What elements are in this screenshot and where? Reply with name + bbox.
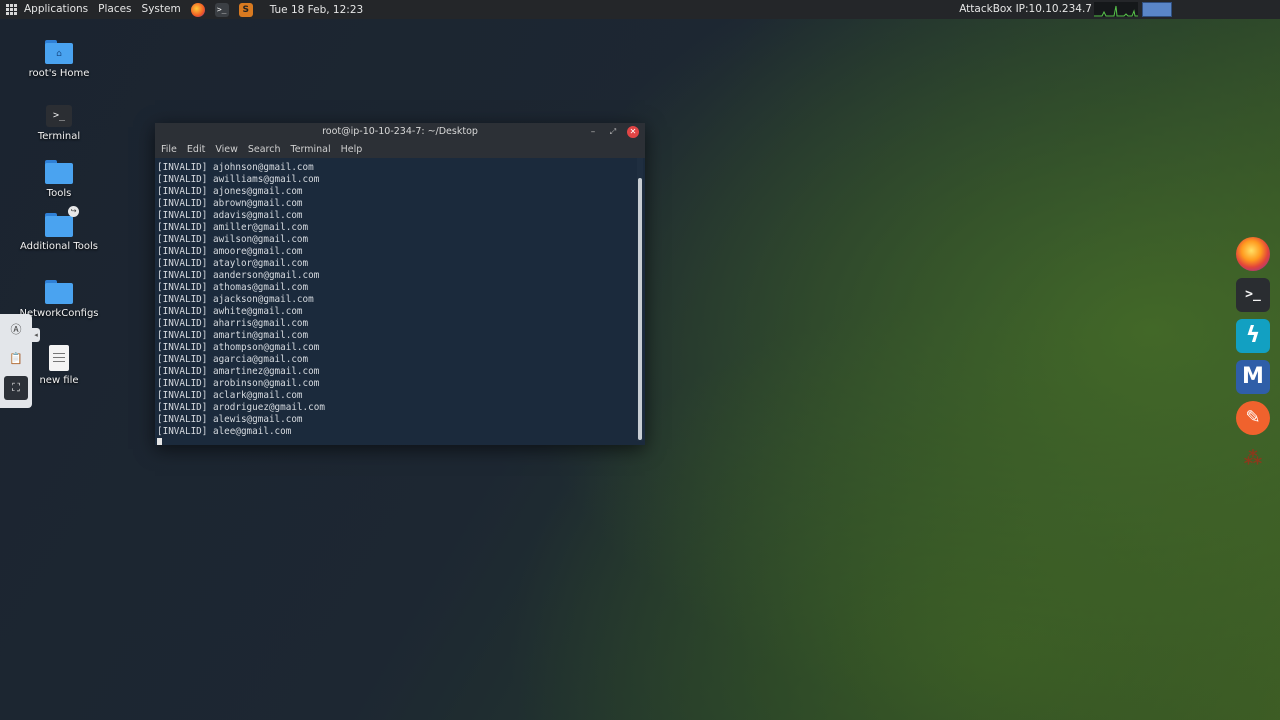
terminal-line: [INVALID] alewis@gmail.com: [157, 414, 303, 425]
terminal-menubar: File Edit View Search Terminal Help: [155, 141, 645, 158]
minimize-icon[interactable]: –: [587, 126, 599, 138]
text-cursor: [157, 438, 162, 445]
toolbar-collapse-handle[interactable]: ◂: [32, 328, 40, 342]
terminal-line: [INVALID] abrown@gmail.com: [157, 198, 303, 209]
top-panel: Applications Places System >_ S Tue 18 F…: [0, 0, 1280, 19]
terminal-line: [INVALID] arodriguez@gmail.com: [157, 402, 325, 413]
window-title: root@ip-10-10-234-7: ~/Desktop: [322, 126, 478, 137]
terminal-line: [INVALID] alee@gmail.com: [157, 426, 292, 437]
home-folder-icon: ⌂: [45, 40, 73, 64]
terminal-line: [INVALID] amoore@gmail.com: [157, 246, 303, 257]
terminal-line: [INVALID] athomas@gmail.com: [157, 282, 309, 293]
workspace-switcher[interactable]: [1142, 2, 1172, 17]
maximize-icon[interactable]: ⤢: [607, 126, 619, 138]
close-icon[interactable]: ✕: [627, 126, 639, 138]
menu-help[interactable]: Help: [336, 144, 368, 155]
terminal-prompt-line[interactable]: [157, 438, 637, 445]
terminal-line: [INVALID] ajackson@gmail.com: [157, 294, 314, 305]
screen-resize-icon[interactable]: ⛶: [4, 376, 28, 400]
terminal-line: [INVALID] adavis@gmail.com: [157, 210, 303, 221]
apps-grid-icon[interactable]: [6, 4, 17, 15]
remote-session-toolbar: Ⓐ 📋 ⛶: [0, 314, 32, 408]
terminal-line: [INVALID] amiller@gmail.com: [157, 222, 309, 233]
text-file-icon: [49, 345, 69, 371]
metasploit-icon[interactable]: M: [1236, 360, 1270, 394]
terminal-window: root@ip-10-10-234-7: ~/Desktop – ⤢ ✕ Fil…: [155, 123, 645, 445]
applications-menu[interactable]: Applications: [19, 0, 93, 19]
scrollbar-thumb[interactable]: [638, 178, 642, 440]
terminal-line: [INVALID] ajones@gmail.com: [157, 186, 303, 197]
burpsuite-icon[interactable]: ✎: [1236, 401, 1270, 435]
accessibility-icon[interactable]: Ⓐ: [4, 318, 28, 342]
menu-search[interactable]: Search: [243, 144, 286, 155]
terminal-line: [INVALID] awilson@gmail.com: [157, 234, 309, 245]
terminal-line: [INVALID] ataylor@gmail.com: [157, 258, 309, 269]
desktop-icon-tools[interactable]: Tools: [4, 160, 114, 199]
desktop-icon-additional-tools[interactable]: ↪ Additional Tools: [4, 206, 114, 252]
terminal-scrollbar[interactable]: [637, 158, 643, 441]
desktop-icon-terminal[interactable]: >_ Terminal: [4, 105, 114, 142]
folder-icon: [45, 160, 73, 184]
terminal-line: [INVALID] ajohnson@gmail.com: [157, 162, 314, 173]
terminal-icon: >_: [46, 105, 72, 127]
menu-file[interactable]: File: [155, 144, 182, 155]
right-dock: >_ ϟ M ✎ ⁂: [1231, 237, 1275, 483]
terminal-icon[interactable]: >_: [1236, 278, 1270, 312]
symlink-badge-icon: ↪: [68, 206, 79, 217]
terminal-titlebar[interactable]: root@ip-10-10-234-7: ~/Desktop – ⤢ ✕: [155, 123, 645, 141]
sublime-launcher-icon[interactable]: S: [238, 2, 253, 17]
terminal-line: [INVALID] awhite@gmail.com: [157, 306, 303, 317]
terminal-line: [INVALID] amartin@gmail.com: [157, 330, 309, 341]
terminal-output[interactable]: [INVALID] ajohnson@gmail.com [INVALID] a…: [155, 158, 637, 445]
desktop-icon-label: Terminal: [37, 131, 81, 142]
places-menu[interactable]: Places: [93, 0, 136, 19]
system-monitor-graph: [1094, 2, 1138, 17]
menu-view[interactable]: View: [210, 144, 243, 155]
desktop-icon-home[interactable]: ⌂ root's Home: [4, 40, 114, 79]
desktop-icon-label: Additional Tools: [19, 241, 98, 252]
menu-edit[interactable]: Edit: [182, 144, 210, 155]
system-menu[interactable]: System: [137, 0, 186, 19]
attackbox-ip: AttackBox IP:10.10.234.7: [959, 3, 1092, 15]
terminal-line: [INVALID] athompson@gmail.com: [157, 342, 320, 353]
terminal-line: [INVALID] arobinson@gmail.com: [157, 378, 320, 389]
clock[interactable]: Tue 18 Feb, 12:23: [270, 4, 364, 16]
terminal-line: [INVALID] amartinez@gmail.com: [157, 366, 320, 377]
folder-icon: [45, 280, 73, 304]
desktop-icon-label: root's Home: [28, 68, 90, 79]
misc-tool-icon[interactable]: ⁂: [1236, 442, 1270, 476]
desktop-icon-label: Tools: [46, 188, 72, 199]
terminal-line: [INVALID] aharris@gmail.com: [157, 318, 309, 329]
firefox-launcher-icon[interactable]: [190, 2, 205, 17]
terminal-line: [INVALID] awilliams@gmail.com: [157, 174, 320, 185]
firefox-icon[interactable]: [1236, 237, 1270, 271]
menu-terminal[interactable]: Terminal: [286, 144, 336, 155]
folder-link-icon: ↪: [45, 206, 79, 237]
terminal-launcher-icon[interactable]: >_: [214, 2, 229, 17]
terminal-line: [INVALID] agarcia@gmail.com: [157, 354, 309, 365]
clipboard-icon[interactable]: 📋: [4, 347, 28, 371]
zap-icon[interactable]: ϟ: [1236, 319, 1270, 353]
terminal-line: [INVALID] aclark@gmail.com: [157, 390, 303, 401]
terminal-line: [INVALID] aanderson@gmail.com: [157, 270, 320, 281]
